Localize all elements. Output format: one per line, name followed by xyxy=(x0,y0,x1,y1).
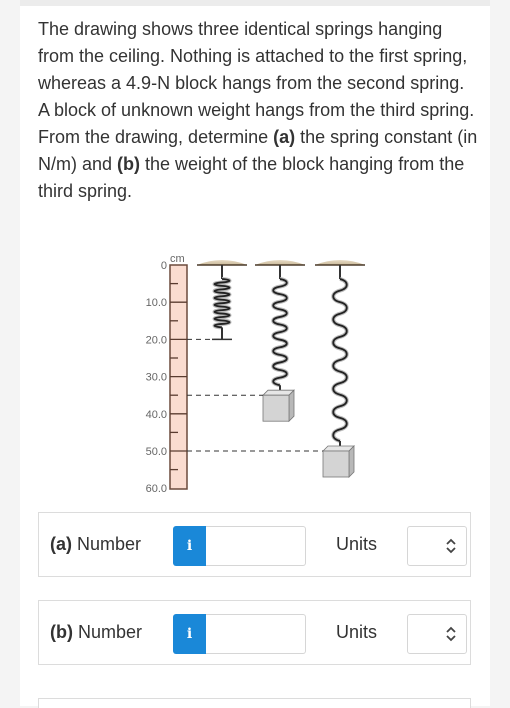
springs-drawing: cm 0 10.0 20.0 30.0 40.0 50.0 60.0 xyxy=(146,253,365,495)
ruler-unit-label: cm xyxy=(170,253,185,265)
ruler-label: 60.0 xyxy=(146,483,167,495)
ruler-label: 0 xyxy=(161,260,167,272)
springs xyxy=(187,260,365,478)
answer-a-label: (a) Number xyxy=(50,513,141,576)
block-side xyxy=(288,389,295,423)
springs-figure: cm 0 10.0 20.0 30.0 40.0 50.0 60.0 xyxy=(120,245,380,495)
answer-b-label: (b) Number xyxy=(50,601,142,664)
block-front xyxy=(322,450,350,478)
ruler-label: 50.0 xyxy=(146,446,167,458)
spring-2 xyxy=(187,260,305,423)
ruler-label: 40.0 xyxy=(146,409,167,421)
units-label-a: Units xyxy=(336,534,378,554)
chevron-up-down-icon xyxy=(446,538,456,554)
part-b-tag: (b) xyxy=(117,154,141,174)
number-input-b[interactable] xyxy=(206,614,306,654)
part-a-tag: (a) xyxy=(273,127,296,147)
info-button-b[interactable]: i xyxy=(173,614,206,654)
units-select-b[interactable] xyxy=(407,614,467,654)
answer-a-tag: (a) xyxy=(50,534,72,554)
question-text: The drawing shows three identical spring… xyxy=(38,16,478,205)
chevron-up-down-icon xyxy=(446,626,456,642)
info-button-a[interactable]: i xyxy=(173,526,206,566)
answer-row-b: (b) Number i Units xyxy=(38,600,471,665)
ruler-labels: 0 10.0 20.0 30.0 40.0 50.0 60.0 xyxy=(146,260,167,495)
block-side xyxy=(348,445,355,478)
answer-a-number-label: Number xyxy=(72,534,142,554)
ruler-label: 10.0 xyxy=(146,297,167,309)
answer-b-number-label: Number xyxy=(72,622,143,642)
units-select-a[interactable] xyxy=(407,526,467,566)
answer-row-a: (a) Number i Units xyxy=(38,512,471,577)
ruler-label: 20.0 xyxy=(146,334,167,346)
number-input-a[interactable] xyxy=(206,526,306,566)
spring-1 xyxy=(187,260,247,341)
info-icon: i xyxy=(186,626,193,642)
answer-b-tag: (b) xyxy=(50,622,73,642)
block-front xyxy=(262,394,290,422)
info-icon: i xyxy=(186,538,193,554)
ruler-label: 30.0 xyxy=(146,372,167,384)
units-label-b: Units xyxy=(336,622,378,642)
